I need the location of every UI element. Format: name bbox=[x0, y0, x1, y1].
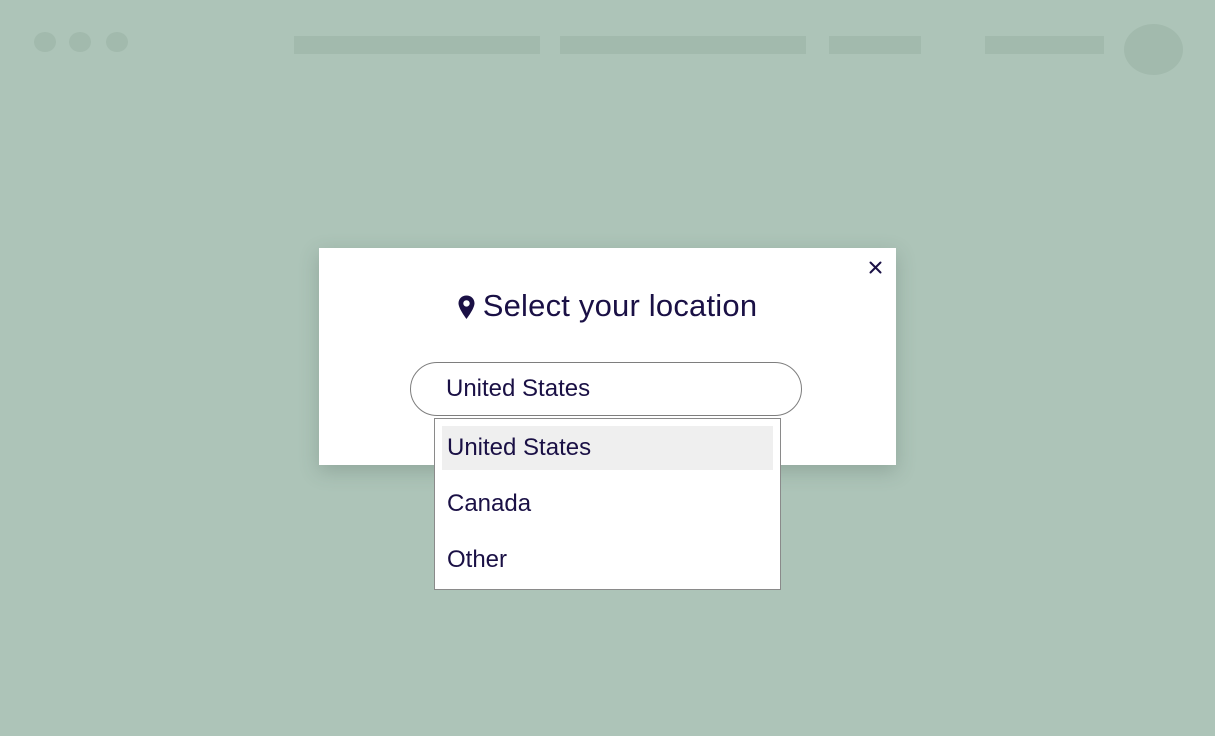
nav-placeholder-1 bbox=[294, 36, 540, 54]
option-label: Canada bbox=[447, 490, 532, 517]
window-dot-close bbox=[34, 32, 56, 52]
nav-placeholder-2 bbox=[560, 36, 806, 54]
nav-placeholder-4 bbox=[985, 36, 1104, 54]
avatar-placeholder bbox=[1124, 24, 1183, 75]
option-label: Other bbox=[447, 546, 508, 573]
map-pin-icon bbox=[458, 295, 475, 320]
location-select[interactable]: United States bbox=[410, 362, 802, 416]
close-button[interactable] bbox=[864, 256, 886, 278]
option-other[interactable]: Other bbox=[442, 538, 773, 582]
window-dot-maximize bbox=[106, 32, 128, 52]
close-icon bbox=[869, 261, 881, 273]
window-dot-minimize bbox=[69, 32, 91, 52]
option-label: United States bbox=[447, 434, 592, 461]
option-united-states[interactable]: United States bbox=[442, 426, 773, 470]
location-dropdown-list: United States Canada Other bbox=[434, 418, 781, 590]
option-canada[interactable]: Canada bbox=[442, 482, 773, 526]
modal-title-text: Select your location bbox=[482, 288, 758, 323]
modal-title: Select your location bbox=[319, 288, 896, 324]
location-select-value: United States bbox=[446, 375, 591, 402]
nav-placeholder-3 bbox=[829, 36, 921, 54]
